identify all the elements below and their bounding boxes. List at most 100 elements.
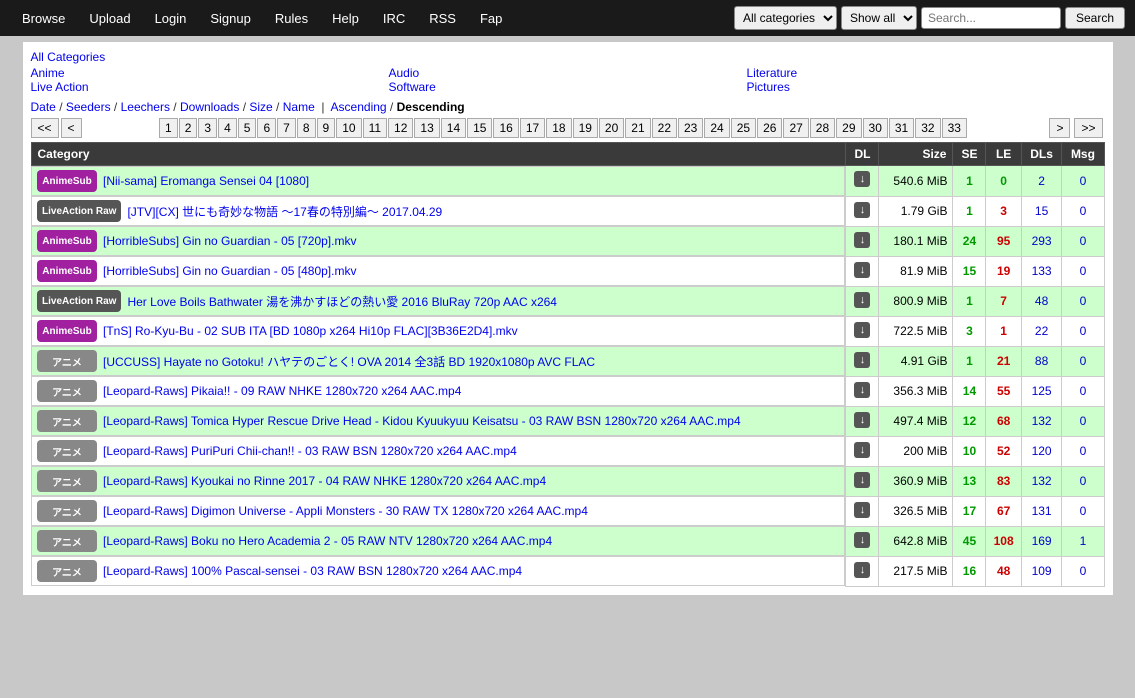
page-num-8[interactable]: 8 bbox=[297, 118, 316, 138]
page-num-12[interactable]: 12 bbox=[388, 118, 413, 138]
nav-login[interactable]: Login bbox=[143, 7, 199, 30]
row-download[interactable] bbox=[846, 376, 879, 406]
all-categories-link[interactable]: All Categories bbox=[31, 50, 106, 64]
page-num-21[interactable]: 21 bbox=[625, 118, 650, 138]
page-num-6[interactable]: 6 bbox=[257, 118, 276, 138]
software-link[interactable]: Software bbox=[389, 80, 436, 94]
download-icon[interactable] bbox=[854, 202, 870, 218]
anime-link[interactable]: Anime bbox=[31, 66, 65, 80]
page-num-7[interactable]: 7 bbox=[277, 118, 296, 138]
page-num-32[interactable]: 32 bbox=[915, 118, 940, 138]
row-download[interactable] bbox=[846, 226, 879, 256]
page-prev[interactable]: < bbox=[61, 118, 82, 138]
page-num-30[interactable]: 30 bbox=[863, 118, 888, 138]
category-badge[interactable]: アニメ bbox=[37, 440, 97, 462]
page-num-16[interactable]: 16 bbox=[493, 118, 518, 138]
nav-rules[interactable]: Rules bbox=[263, 7, 320, 30]
torrent-name-link[interactable]: [Leopard-Raws] Kyoukai no Rinne 2017 - 0… bbox=[103, 474, 546, 488]
sort-date[interactable]: Date bbox=[31, 100, 56, 114]
page-first[interactable]: << bbox=[31, 118, 59, 138]
category-select[interactable]: All categories bbox=[734, 6, 837, 30]
download-icon[interactable] bbox=[854, 532, 870, 548]
nav-signup[interactable]: Signup bbox=[198, 7, 262, 30]
category-badge[interactable]: アニメ bbox=[37, 470, 97, 492]
page-num-29[interactable]: 29 bbox=[836, 118, 861, 138]
pictures-link[interactable]: Pictures bbox=[747, 80, 790, 94]
page-num-26[interactable]: 26 bbox=[757, 118, 782, 138]
download-icon[interactable] bbox=[854, 232, 870, 248]
torrent-name-link[interactable]: [Leopard-Raws] Boku no Hero Academia 2 -… bbox=[103, 534, 552, 548]
torrent-name-link[interactable]: Her Love Boils Bathwater 湯を沸かすほどの熱い愛 201… bbox=[127, 293, 557, 310]
download-icon[interactable] bbox=[854, 562, 870, 578]
category-badge[interactable]: LiveAction Raw bbox=[37, 290, 121, 312]
download-icon[interactable] bbox=[854, 171, 870, 187]
show-select[interactable]: Show all bbox=[841, 6, 917, 30]
torrent-name-link[interactable]: [Leopard-Raws] Pikaia!! - 09 RAW NHKE 12… bbox=[103, 384, 461, 398]
page-num-17[interactable]: 17 bbox=[520, 118, 545, 138]
download-icon[interactable] bbox=[854, 352, 870, 368]
page-num-9[interactable]: 9 bbox=[317, 118, 336, 138]
download-icon[interactable] bbox=[854, 382, 870, 398]
nav-upload[interactable]: Upload bbox=[77, 7, 142, 30]
torrent-name-link[interactable]: [Leopard-Raws] Tomica Hyper Rescue Drive… bbox=[103, 414, 741, 428]
page-num-15[interactable]: 15 bbox=[467, 118, 492, 138]
page-next[interactable]: > bbox=[1049, 118, 1070, 138]
sort-descending[interactable]: Descending bbox=[397, 100, 465, 114]
category-badge[interactable]: AnimeSub bbox=[37, 230, 97, 252]
page-num-31[interactable]: 31 bbox=[889, 118, 914, 138]
row-download[interactable] bbox=[846, 166, 879, 197]
torrent-name-link[interactable]: [TnS] Ro-Kyu-Bu - 02 SUB ITA [BD 1080p x… bbox=[103, 324, 518, 338]
page-num-28[interactable]: 28 bbox=[810, 118, 835, 138]
row-download[interactable] bbox=[846, 496, 879, 526]
page-num-22[interactable]: 22 bbox=[652, 118, 677, 138]
sort-ascending[interactable]: Ascending bbox=[331, 100, 387, 114]
page-num-24[interactable]: 24 bbox=[704, 118, 729, 138]
nav-browse[interactable]: Browse bbox=[10, 7, 77, 30]
download-icon[interactable] bbox=[854, 292, 870, 308]
row-download[interactable] bbox=[846, 286, 879, 316]
category-badge[interactable]: アニメ bbox=[37, 410, 97, 432]
literature-link[interactable]: Literature bbox=[747, 66, 798, 80]
row-download[interactable] bbox=[846, 346, 879, 376]
row-download[interactable] bbox=[846, 196, 879, 226]
page-num-33[interactable]: 33 bbox=[942, 118, 967, 138]
row-download[interactable] bbox=[846, 556, 879, 586]
page-num-5[interactable]: 5 bbox=[238, 118, 257, 138]
category-badge[interactable]: アニメ bbox=[37, 350, 97, 372]
download-icon[interactable] bbox=[854, 322, 870, 338]
page-num-1[interactable]: 1 bbox=[159, 118, 178, 138]
torrent-name-link[interactable]: [Leopard-Raws] PuriPuri Chii-chan!! - 03… bbox=[103, 444, 517, 458]
audio-link[interactable]: Audio bbox=[389, 66, 420, 80]
torrent-name-link[interactable]: [UCCUSS] Hayate no Gotoku! ハヤテのごとく! OVA … bbox=[103, 353, 595, 370]
download-icon[interactable] bbox=[854, 472, 870, 488]
category-badge[interactable]: アニメ bbox=[37, 530, 97, 552]
download-icon[interactable] bbox=[854, 442, 870, 458]
category-badge[interactable]: AnimeSub bbox=[37, 260, 97, 282]
sort-name[interactable]: Name bbox=[283, 100, 315, 114]
torrent-name-link[interactable]: [Leopard-Raws] Digimon Universe - Appli … bbox=[103, 504, 588, 518]
page-num-10[interactable]: 10 bbox=[336, 118, 361, 138]
nav-help[interactable]: Help bbox=[320, 7, 371, 30]
page-num-14[interactable]: 14 bbox=[441, 118, 466, 138]
page-num-13[interactable]: 13 bbox=[414, 118, 439, 138]
torrent-name-link[interactable]: [HorribleSubs] Gin no Guardian - 05 [720… bbox=[103, 234, 356, 248]
category-badge[interactable]: アニメ bbox=[37, 560, 97, 582]
nav-rss[interactable]: RSS bbox=[417, 7, 468, 30]
sort-downloads[interactable]: Downloads bbox=[180, 100, 239, 114]
page-last[interactable]: >> bbox=[1074, 118, 1102, 138]
row-download[interactable] bbox=[846, 466, 879, 496]
search-button[interactable]: Search bbox=[1065, 7, 1125, 29]
category-badge[interactable]: AnimeSub bbox=[37, 170, 97, 192]
sort-seeders[interactable]: Seeders bbox=[66, 100, 111, 114]
sort-leechers[interactable]: Leechers bbox=[121, 100, 170, 114]
torrent-name-link[interactable]: [Nii-sama] Eromanga Sensei 04 [1080] bbox=[103, 174, 309, 188]
download-icon[interactable] bbox=[854, 412, 870, 428]
row-download[interactable] bbox=[846, 526, 879, 556]
search-input[interactable] bbox=[921, 7, 1061, 29]
category-badge[interactable]: アニメ bbox=[37, 380, 97, 402]
row-download[interactable] bbox=[846, 406, 879, 436]
download-icon[interactable] bbox=[854, 262, 870, 278]
row-download[interactable] bbox=[846, 316, 879, 346]
nav-irc[interactable]: IRC bbox=[371, 7, 417, 30]
row-download[interactable] bbox=[846, 436, 879, 466]
